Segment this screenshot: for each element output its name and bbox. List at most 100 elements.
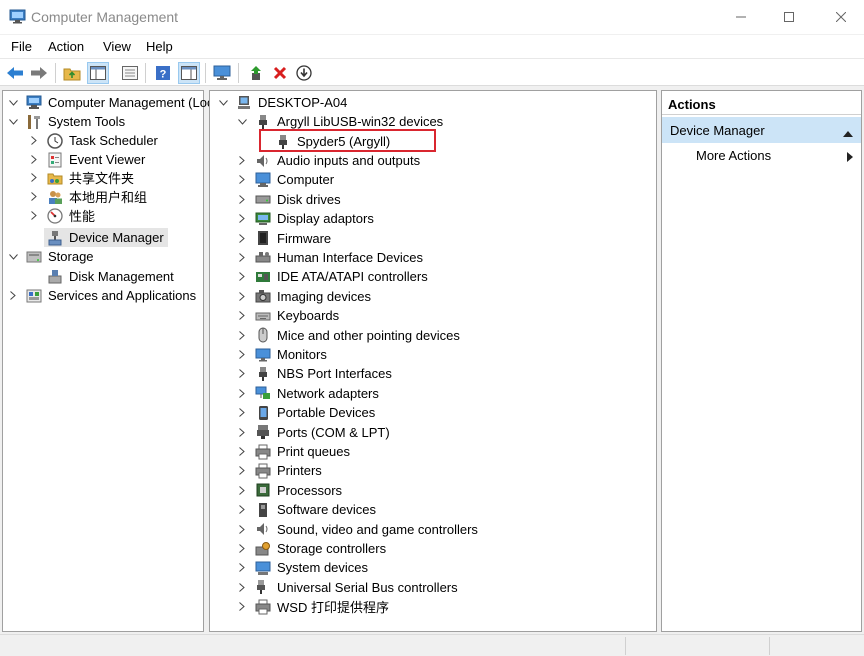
device-category[interactable]: Display adaptors [236, 209, 374, 228]
device-category[interactable]: Monitors [236, 345, 327, 364]
tree-item-system-tools[interactable]: System Tools [7, 112, 125, 131]
back-arrow-icon[interactable] [4, 62, 26, 84]
device-category[interactable]: Network adapters [236, 384, 379, 403]
maximize-button[interactable] [766, 0, 812, 34]
device-category[interactable]: Software devices [236, 500, 376, 519]
chevron-right-icon[interactable] [236, 465, 248, 477]
chevron-down-icon[interactable] [217, 97, 229, 109]
device-category[interactable]: Printers [236, 461, 322, 480]
tree-item-device-manager[interactable]: Device Manager [44, 228, 168, 247]
menu-file[interactable]: File [11, 39, 32, 54]
chevron-right-icon[interactable] [236, 252, 248, 264]
device-category[interactable]: Ports (COM & LPT) [236, 423, 390, 442]
chevron-right-icon[interactable] [236, 155, 248, 167]
chevron-right-icon[interactable] [236, 349, 248, 361]
chevron-down-icon[interactable] [7, 97, 19, 109]
tree-item-task-scheduler[interactable]: Task Scheduler [28, 131, 158, 150]
chevron-right-icon[interactable] [236, 310, 248, 322]
device-category[interactable]: Human Interface Devices [236, 248, 423, 267]
action-pane-icon[interactable] [178, 62, 200, 84]
device-category[interactable]: Processors [236, 481, 342, 500]
collapse-up-icon[interactable] [843, 125, 853, 140]
device-category[interactable]: Universal Serial Bus controllers [236, 578, 458, 597]
device-category[interactable]: Portable Devices [236, 403, 375, 422]
device-category-label: Human Interface Devices [277, 250, 423, 265]
tree-item-event-viewer[interactable]: Event Viewer [28, 150, 145, 169]
submenu-arrow-icon[interactable] [847, 150, 853, 165]
chevron-right-icon[interactable] [236, 213, 248, 225]
device-category[interactable]: Disk drives [236, 190, 341, 209]
chevron-right-icon[interactable] [28, 172, 40, 184]
up-folder-icon[interactable] [61, 62, 83, 84]
chevron-down-icon[interactable] [236, 116, 248, 128]
chevron-right-icon[interactable] [28, 191, 40, 203]
menu-view[interactable]: View [103, 39, 131, 54]
chevron-right-icon[interactable] [28, 210, 40, 222]
chevron-right-icon[interactable] [236, 426, 248, 438]
device-category[interactable]: Mice and other pointing devices [236, 326, 460, 345]
chevron-right-icon[interactable] [236, 484, 248, 496]
menu-action[interactable]: Action [48, 39, 84, 54]
device-item-spyder5[interactable]: Spyder5 (Argyll) [274, 132, 390, 151]
tree-item-services-applications[interactable]: Services and Applications [7, 286, 196, 305]
chevron-right-icon[interactable] [236, 562, 248, 574]
chevron-right-icon[interactable] [28, 135, 40, 147]
device-category-label: Keyboards [277, 308, 340, 324]
chevron-right-icon[interactable] [236, 581, 248, 593]
chevron-right-icon[interactable] [236, 368, 248, 380]
computer-management-icon [9, 9, 26, 24]
device-category[interactable]: Computer [236, 170, 334, 189]
show-hide-tree-icon[interactable] [87, 62, 109, 84]
device-category[interactable]: Audio inputs and outputs [236, 151, 420, 170]
chevron-right-icon[interactable] [236, 523, 248, 535]
chevron-right-icon[interactable] [236, 601, 248, 613]
chevron-right-icon[interactable] [236, 290, 248, 302]
close-button[interactable] [818, 0, 864, 34]
tree-item-computer-management[interactable]: Computer Management (Local) [7, 93, 228, 112]
more-actions-item[interactable]: More Actions [696, 148, 771, 163]
chevron-right-icon[interactable] [236, 387, 248, 399]
menu-help[interactable]: Help [146, 39, 173, 54]
tree-item-disk-management[interactable]: Disk Management [44, 267, 174, 286]
chevron-right-icon[interactable] [236, 174, 248, 186]
device-category[interactable]: IDE ATA/ATAPI controllers [236, 267, 428, 286]
chevron-right-icon[interactable] [236, 504, 248, 516]
device-category[interactable]: System devices [236, 558, 368, 577]
device-category-label: Computer [277, 172, 335, 188]
chevron-right-icon[interactable] [7, 290, 19, 302]
actions-section-device-manager[interactable]: Device Manager [662, 117, 861, 143]
device-category[interactable]: Keyboards [236, 306, 339, 325]
device-root[interactable]: DESKTOP-A04 [217, 93, 347, 112]
chevron-down-icon[interactable] [7, 116, 19, 128]
device-category[interactable]: WSD 打印提供程序 [236, 597, 389, 616]
device-category[interactable]: Storage controllers [236, 539, 386, 558]
forward-arrow-icon[interactable] [28, 62, 50, 84]
processor-icon [254, 481, 272, 499]
chevron-right-icon[interactable] [28, 154, 40, 166]
chevron-right-icon[interactable] [236, 232, 248, 244]
chevron-right-icon[interactable] [236, 329, 248, 341]
computer-icon [235, 94, 253, 112]
device-category[interactable]: Print queues [236, 442, 350, 461]
chevron-right-icon[interactable] [236, 271, 248, 283]
minimize-button[interactable] [718, 0, 764, 34]
chevron-down-icon[interactable] [7, 251, 19, 263]
tree-item-local-users[interactable]: 本地用户和组 [28, 187, 147, 206]
device-category[interactable]: NBS Port Interfaces [236, 364, 392, 383]
chevron-right-icon[interactable] [236, 446, 248, 458]
help-icon[interactable]: ? [152, 62, 174, 84]
properties-icon[interactable] [119, 62, 141, 84]
device-category[interactable]: Firmware [236, 229, 331, 248]
device-category[interactable]: Sound, video and game controllers [236, 520, 478, 539]
chevron-right-icon[interactable] [236, 543, 248, 555]
tree-item-storage[interactable]: Storage [7, 247, 94, 266]
uninstall-icon[interactable] [269, 62, 291, 84]
scan-download-icon[interactable] [293, 62, 315, 84]
chevron-right-icon[interactable] [236, 193, 248, 205]
device-category[interactable]: Imaging devices [236, 287, 371, 306]
tree-item-shared-folders[interactable]: 共享文件夹 [28, 168, 134, 187]
chevron-right-icon[interactable] [236, 407, 248, 419]
update-driver-icon[interactable] [245, 62, 267, 84]
tree-item-performance[interactable]: 性能 [28, 206, 95, 225]
monitor-icon[interactable] [211, 62, 233, 84]
